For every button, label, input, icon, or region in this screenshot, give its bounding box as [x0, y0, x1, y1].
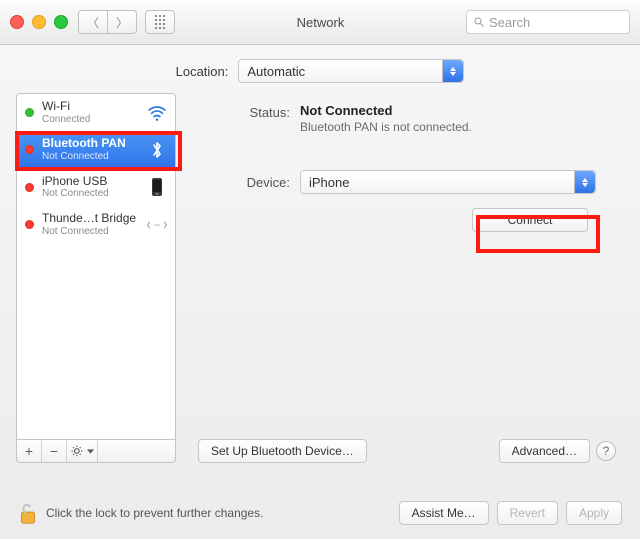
body: Wi-Fi Connected Bluetooth PAN Not Connec… [0, 93, 640, 463]
remove-service-button[interactable]: − [42, 440, 67, 462]
nav-segment: 〈 〉 [78, 10, 137, 34]
service-status: Not Connected [42, 151, 139, 163]
location-select[interactable]: Automatic [238, 59, 464, 83]
sidebar-footer: + − [16, 440, 176, 463]
title-bar: 〈 〉 Network Search [0, 0, 640, 45]
forward-button[interactable]: 〉 [108, 10, 137, 34]
chevron-down-icon [87, 449, 94, 454]
device-value: iPhone [309, 175, 349, 190]
wifi-icon [147, 103, 167, 123]
close-window-icon[interactable] [10, 15, 24, 29]
bluetooth-icon [147, 140, 167, 160]
thunderbolt-bridge-icon [147, 215, 167, 235]
select-stepper-icon [574, 171, 595, 193]
service-name: Bluetooth PAN [42, 137, 139, 151]
sidebar: Wi-Fi Connected Bluetooth PAN Not Connec… [16, 93, 176, 463]
gear-icon [71, 444, 85, 458]
lock-icon[interactable] [18, 501, 38, 525]
action-menu-button[interactable] [67, 440, 98, 462]
status-dot-icon [25, 145, 34, 154]
status-value: Not Connected [300, 103, 616, 118]
detail-panel: Status: Not Connected Bluetooth PAN is n… [190, 93, 624, 463]
sidebar-item-iphone-usb[interactable]: iPhone USB Not Connected [17, 169, 175, 206]
device-label: Device: [198, 175, 300, 190]
service-name: iPhone USB [42, 175, 139, 189]
apply-button[interactable]: Apply [566, 501, 622, 525]
lock-message: Click the lock to prevent further change… [46, 506, 391, 520]
setup-bluetooth-button[interactable]: Set Up Bluetooth Device… [198, 439, 367, 463]
window-controls [10, 15, 68, 29]
grid-icon [155, 15, 166, 30]
location-row: Location: Automatic [0, 45, 640, 93]
back-button[interactable]: 〈 [78, 10, 108, 34]
status-dot-icon [25, 183, 34, 192]
chevron-right-icon: 〉 [116, 14, 128, 31]
advanced-button[interactable]: Advanced… [499, 439, 590, 463]
show-all-button[interactable] [145, 10, 175, 34]
service-status: Not Connected [42, 188, 139, 200]
status-dot-icon [25, 108, 34, 117]
search-placeholder: Search [489, 15, 530, 30]
iphone-icon [147, 177, 167, 197]
add-service-button[interactable]: + [17, 440, 42, 462]
chevron-left-icon: 〈 [87, 14, 99, 31]
revert-button[interactable]: Revert [497, 501, 558, 525]
zoom-window-icon[interactable] [54, 15, 68, 29]
select-stepper-icon [442, 60, 463, 82]
sidebar-item-bluetooth-pan[interactable]: Bluetooth PAN Not Connected [17, 131, 175, 168]
status-dot-icon [25, 220, 34, 229]
help-button[interactable]: ? [596, 441, 616, 461]
sidebar-item-thunderbolt-bridge[interactable]: Thunde…t Bridge Not Connected [17, 206, 175, 243]
assist-me-button[interactable]: Assist Me… [399, 501, 489, 525]
service-status: Connected [42, 114, 139, 126]
minimize-window-icon[interactable] [32, 15, 46, 29]
search-icon [473, 16, 485, 28]
service-list[interactable]: Wi-Fi Connected Bluetooth PAN Not Connec… [16, 93, 176, 440]
location-label: Location: [176, 64, 229, 79]
location-value: Automatic [247, 64, 305, 79]
window-title: Network [175, 15, 466, 30]
status-subtext: Bluetooth PAN is not connected. [300, 120, 616, 134]
status-label: Status: [198, 103, 300, 120]
search-input[interactable]: Search [466, 10, 630, 34]
window-footer: Click the lock to prevent further change… [0, 481, 640, 539]
sidebar-item-wifi[interactable]: Wi-Fi Connected [17, 94, 175, 131]
service-status: Not Connected [42, 226, 139, 238]
device-select[interactable]: iPhone [300, 170, 596, 194]
connect-button[interactable]: Connect [472, 208, 588, 232]
service-name: Thunde…t Bridge [42, 212, 139, 226]
service-name: Wi-Fi [42, 100, 139, 114]
